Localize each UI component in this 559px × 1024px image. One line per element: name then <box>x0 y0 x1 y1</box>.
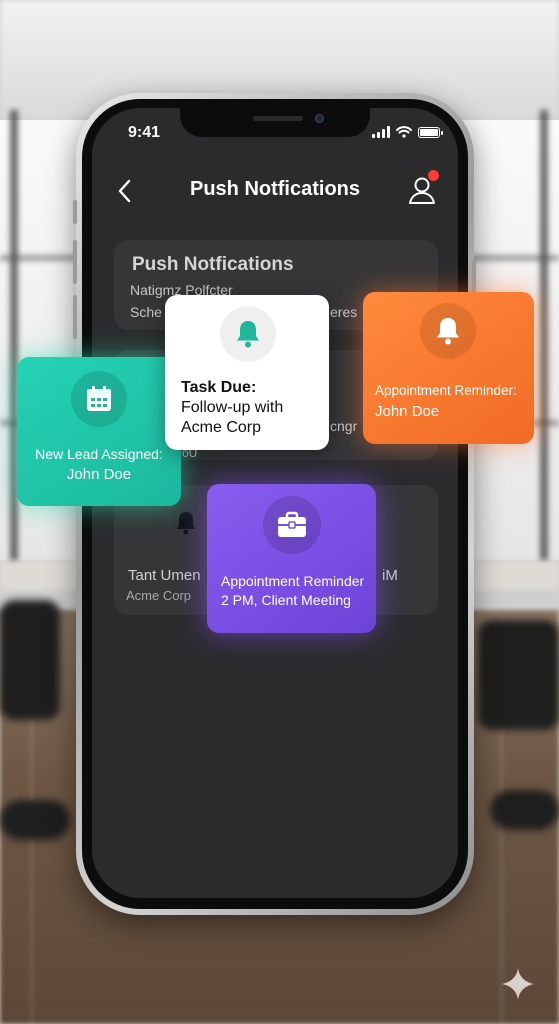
notification-subtitle: 2 PM, Client Meeting <box>221 592 351 608</box>
notification-title: New Lead Assigned: <box>35 446 163 462</box>
task-due-notification[interactable]: Task Due: Follow-up with Acme Corp <box>165 295 329 450</box>
chevron-left-icon <box>118 179 131 203</box>
office-chair <box>478 620 559 730</box>
meeting-reminder-notification[interactable]: Appointment Reminder 2 PM, Client Meetin… <box>207 484 376 633</box>
list-row-text: Sche <box>130 304 162 320</box>
bell-icon <box>420 303 476 359</box>
bell-icon <box>174 510 198 536</box>
new-lead-notification[interactable]: New Lead Assigned: John Doe <box>17 357 181 506</box>
cellular-signal-icon <box>372 126 390 138</box>
section-title: Push Notfications <box>132 254 294 275</box>
notification-title: Task Due: <box>181 379 257 396</box>
window-mullion <box>10 110 18 570</box>
notification-line: Follow-up with <box>181 399 284 416</box>
notification-badge <box>428 170 439 181</box>
appointment-reminder-notification[interactable]: Appointment Reminder: John Doe <box>363 292 534 444</box>
battery-icon <box>418 126 443 138</box>
chair-base <box>490 790 559 830</box>
notification-subtitle: John Doe <box>375 403 440 420</box>
mute-switch <box>73 200 77 224</box>
status-time: 9:41 <box>128 124 161 141</box>
volume-down-button <box>73 295 77 339</box>
list-row-text: eres <box>330 304 358 320</box>
notification-title: Appointment Reminder: <box>375 383 517 398</box>
earpiece-speaker <box>253 116 303 121</box>
list-row-text: iM <box>382 567 398 584</box>
office-chair <box>0 600 60 720</box>
front-camera <box>315 114 324 123</box>
notification-title: Appointment Reminder <box>221 573 365 589</box>
bell-icon <box>220 306 276 362</box>
calendar-icon <box>71 371 127 427</box>
status-icons <box>372 126 443 138</box>
notification-subtitle: John Doe <box>66 466 132 483</box>
chair-base <box>0 800 70 840</box>
list-row-text: Acme Corp <box>126 588 192 603</box>
back-button[interactable] <box>112 176 136 206</box>
page-title: Push Notfications <box>189 178 360 200</box>
sparkle-icon <box>502 968 534 1000</box>
wifi-icon <box>396 126 412 138</box>
list-row-text: Tant Umen <box>128 567 201 584</box>
list-row-text: cngr <box>330 418 358 434</box>
volume-up-button <box>73 240 77 284</box>
desk <box>470 560 559 590</box>
window-mullion <box>540 110 548 570</box>
briefcase-icon <box>263 496 321 554</box>
notification-line: Acme Corp <box>181 419 262 436</box>
